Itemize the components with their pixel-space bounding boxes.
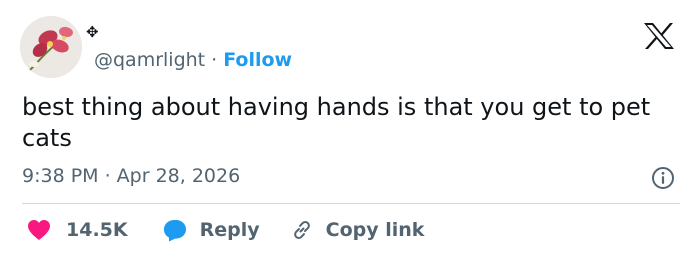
link-icon [293, 221, 310, 239]
like-button[interactable]: 14.5K [26, 218, 128, 242]
separator-dot: · [211, 49, 218, 71]
heart-icon [28, 220, 50, 240]
speech-bubble-icon [163, 220, 186, 242]
reply-label: Reply [199, 219, 260, 241]
display-name[interactable]: ✥ [86, 24, 99, 40]
follow-button[interactable]: Follow [223, 49, 292, 71]
divider [22, 203, 680, 204]
reply-button[interactable]: Reply [162, 218, 260, 242]
author-meta: @qamrlight · Follow [94, 48, 292, 72]
orchid-avatar-image [20, 16, 82, 78]
copy-link-button[interactable]: Copy link [290, 218, 425, 242]
avatar[interactable] [20, 16, 82, 78]
handle[interactable]: @qamrlight [94, 49, 205, 71]
info-icon[interactable] [651, 166, 675, 190]
like-count: 14.5K [66, 219, 128, 241]
copy-link-label: Copy link [325, 219, 425, 241]
tweet-text: best thing about having hands is that yo… [22, 93, 651, 152]
x-logo-icon[interactable] [643, 22, 675, 50]
action-bar: 14.5K Reply Copy link [26, 214, 424, 246]
tweet-timestamp[interactable]: 9:38 PM · Apr 28, 2026 [22, 164, 240, 188]
